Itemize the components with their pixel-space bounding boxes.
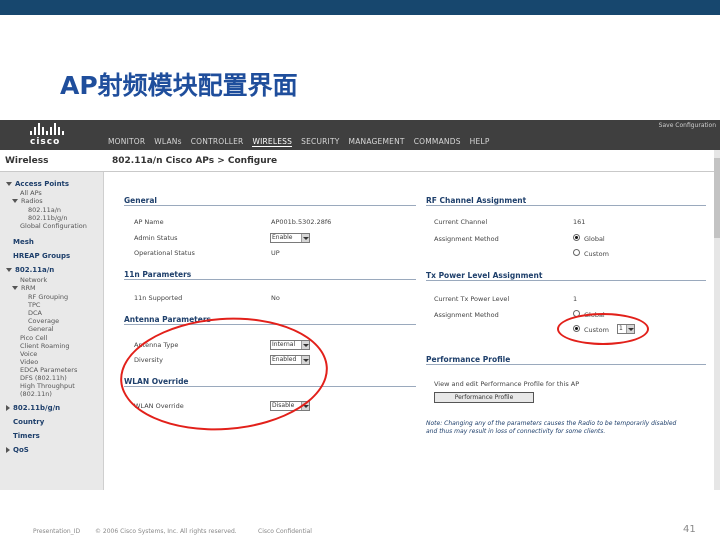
n-supported-value: No — [271, 294, 280, 302]
sidebar-item-edca-parameters[interactable]: EDCA Parameters — [20, 366, 77, 374]
page-number: 41 — [683, 524, 696, 535]
antenna-highlight-oval — [116, 310, 332, 438]
sub-header: Wireless 802.11a/n Cisco APs > Configure — [0, 150, 720, 172]
sidebar-item-coverage[interactable]: Coverage — [28, 317, 59, 325]
footer-confidential: Cisco Confidential — [258, 528, 312, 535]
sidebar-item-80211an[interactable]: 802.11a/n — [6, 266, 54, 274]
sidebar-item-all-aps[interactable]: All APs — [20, 189, 42, 197]
nav-wireless[interactable]: WIRELESS — [252, 137, 293, 147]
rf-custom-radio[interactable] — [573, 249, 580, 256]
footer-copyright: © 2006 Cisco Systems, Inc. All rights re… — [95, 528, 237, 535]
nav-management[interactable]: MANAGEMENT — [349, 137, 405, 147]
admin-status-label: Admin Status — [134, 234, 178, 242]
tx-assignment-method-label: Assignment Method — [434, 311, 499, 319]
screenshot-region: cisco Save Configuration MONITOR WLANs C… — [0, 120, 720, 490]
main-content: General AP Name AP001b.5302.28f6 Admin S… — [110, 172, 714, 490]
nav-wlans[interactable]: WLANs — [154, 137, 181, 147]
rf-assignment-method-label: Assignment Method — [434, 235, 499, 243]
sidebar-item-dca[interactable]: DCA — [28, 309, 42, 317]
custom-power-highlight-oval — [557, 313, 649, 345]
top-bar — [0, 0, 720, 15]
expand-icon — [12, 286, 18, 290]
sidebar: Access Points All APs Radios 802.11a/n 8… — [0, 172, 104, 490]
nav-controller[interactable]: CONTROLLER — [191, 137, 244, 147]
admin-status-select[interactable]: Enable — [270, 233, 310, 243]
app-header: cisco Save Configuration MONITOR WLANs C… — [0, 120, 720, 150]
scrollbar[interactable] — [714, 150, 720, 490]
sidebar-item-timers[interactable]: Timers — [13, 432, 40, 440]
performance-description: View and edit Performance Profile for th… — [434, 380, 580, 388]
note-text: Note: Changing any of the parameters cau… — [426, 420, 677, 435]
sidebar-item-pico-cell[interactable]: Pico Cell — [20, 334, 47, 342]
sidebar-item-country[interactable]: Country — [13, 418, 44, 426]
sidebar-item-client-roaming[interactable]: Client Roaming — [20, 342, 69, 350]
operational-status-value: UP — [271, 249, 280, 257]
sidebar-item-general[interactable]: General — [28, 325, 54, 333]
rf-custom-label: Custom — [584, 250, 609, 258]
expand-icon — [6, 182, 12, 186]
sidebar-item-rf-grouping[interactable]: RF Grouping — [28, 293, 68, 301]
performance-heading: Performance Profile — [426, 355, 706, 365]
sidebar-item-voice[interactable]: Voice — [20, 350, 37, 358]
sidebar-item-dfs[interactable]: DFS (802.11h) — [20, 374, 67, 382]
sidebar-item-access-points[interactable]: Access Points — [6, 180, 69, 188]
current-channel-value: 161 — [573, 218, 586, 226]
breadcrumb: 802.11a/n Cisco APs > Configure — [112, 156, 278, 166]
nav-help[interactable]: HELP — [470, 137, 490, 147]
expand-icon — [12, 199, 18, 203]
expand-icon — [6, 268, 12, 272]
nav-commands[interactable]: COMMANDS — [414, 137, 461, 147]
rf-channel-heading: RF Channel Assignment — [426, 196, 706, 206]
sidebar-item-qos[interactable]: QoS — [6, 446, 29, 454]
slide-title: AP射频模块配置界面 — [60, 71, 298, 100]
performance-profile-button[interactable]: Performance Profile — [434, 392, 534, 403]
sidebar-item-network[interactable]: Network — [20, 276, 47, 284]
sidebar-item-tpc[interactable]: TPC — [28, 301, 40, 309]
ap-name-label: AP Name — [134, 218, 164, 226]
chevron-down-icon — [301, 234, 309, 242]
cisco-logo: cisco — [30, 123, 72, 149]
sidebar-item-radio-bg[interactable]: 802.11b/g/n — [28, 214, 68, 222]
ap-name-value: AP001b.5302.28f6 — [271, 218, 332, 226]
collapse-icon — [6, 405, 10, 411]
sidebar-item-global-configuration[interactable]: Global Configuration — [20, 222, 87, 230]
sidebar-item-80211bgn[interactable]: 802.11b/g/n — [6, 404, 60, 412]
sidebar-item-hreap-groups[interactable]: HREAP Groups — [13, 252, 70, 260]
sidebar-item-radio-a[interactable]: 802.11a/n — [28, 206, 61, 214]
n-supported-label: 11n Supported — [134, 294, 183, 302]
rf-global-label: Global — [584, 235, 605, 243]
sidebar-item-high-throughput-sub[interactable]: (802.11n) — [20, 390, 52, 398]
collapse-icon — [6, 447, 10, 453]
cisco-logo-bars-icon — [30, 123, 72, 135]
sidebar-item-high-throughput[interactable]: High Throughput — [20, 382, 75, 390]
sidebar-item-rrm[interactable]: RRM — [12, 284, 36, 292]
rf-global-radio[interactable] — [573, 234, 580, 241]
nav-security[interactable]: SECURITY — [301, 137, 339, 147]
current-channel-label: Current Channel — [434, 218, 488, 226]
nav-monitor[interactable]: MONITOR — [108, 137, 145, 147]
sidebar-item-mesh[interactable]: Mesh — [13, 238, 34, 246]
logo-text: cisco — [30, 137, 61, 147]
sidebar-item-video[interactable]: Video — [20, 358, 38, 366]
n-params-heading: 11n Parameters — [124, 270, 416, 280]
section-title: Wireless — [5, 156, 49, 166]
save-configuration-link[interactable]: Save Configuration — [659, 122, 716, 129]
sidebar-item-radios[interactable]: Radios — [12, 197, 43, 205]
current-tx-power-label: Current Tx Power Level — [434, 295, 510, 303]
operational-status-label: Operational Status — [134, 249, 195, 257]
current-tx-power-value: 1 — [573, 295, 578, 303]
footer-presentation-id: Presentation_ID — [33, 528, 81, 535]
main-nav: MONITOR WLANs CONTROLLER WIRELESS SECURI… — [108, 137, 499, 147]
tx-power-heading: Tx Power Level Assignment — [426, 271, 706, 281]
scrollbar-thumb[interactable] — [714, 158, 720, 238]
general-heading: General — [124, 196, 416, 206]
